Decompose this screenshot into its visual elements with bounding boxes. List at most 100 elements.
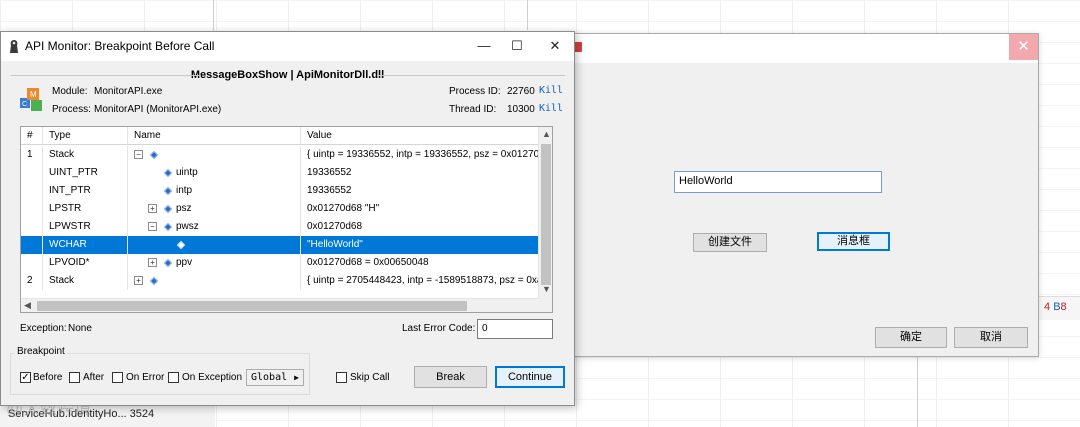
grid-header: # Type Name Value <box>21 127 540 145</box>
row-name: ppv <box>176 257 193 268</box>
row-value: { uintp = 2705448423, intp = -1589518873… <box>300 272 540 290</box>
parameter-icon <box>163 258 173 268</box>
breakpoint-dialog: API Monitor: Breakpoint Before Call — ☐ … <box>0 31 575 406</box>
row-name-cell: + <box>127 272 300 290</box>
row-value: 0x01270d68 = 0x00650048 <box>300 254 540 272</box>
ok-button[interactable]: 确定 <box>875 327 947 348</box>
table-row[interactable]: UINT_PTR uintp 19336552 <box>21 164 540 182</box>
scroll-down-icon[interactable]: ▼ <box>542 284 551 294</box>
scroll-up-icon[interactable]: ▲ <box>542 129 551 139</box>
table-row[interactable]: 2 Stack + { uintp = 2705448423, intp = -… <box>21 272 540 290</box>
row-name-cell: uintp <box>127 164 300 182</box>
table-row[interactable]: LPWSTR − pwsz 0x01270d68 <box>21 218 540 236</box>
dialog-title: API Monitor: Breakpoint Before Call <box>25 39 215 53</box>
break-button[interactable]: Break <box>414 366 487 388</box>
row-number <box>21 254 42 272</box>
on-error-checkbox[interactable] <box>112 372 123 383</box>
skip-call-checkbox[interactable] <box>336 372 347 383</box>
row-type: Stack <box>42 272 127 290</box>
row-type: INT_PTR <box>42 182 127 200</box>
svg-text:C: C <box>22 101 27 108</box>
continue-button[interactable]: Continue <box>495 366 565 388</box>
kill-thread-link[interactable]: Kill <box>539 103 563 114</box>
before-checkbox[interactable]: ✓ <box>20 372 31 383</box>
row-number <box>21 164 42 182</box>
last-error-input[interactable]: 0 <box>477 319 553 339</box>
row-number <box>21 236 42 254</box>
taskbar-item[interactable]: ServiceHub.IdentityHo... 3524 <box>0 403 215 427</box>
column-header-name[interactable]: Name <box>127 127 300 144</box>
parameter-icon <box>149 276 159 286</box>
after-checkbox[interactable] <box>69 372 80 383</box>
create-file-button[interactable]: 创建文件 <box>693 233 767 252</box>
table-row[interactable]: 1 Stack − { uintp = 19336552, intp = 193… <box>21 146 540 164</box>
minimize-icon[interactable]: — <box>471 36 497 56</box>
row-name-cell <box>127 236 300 254</box>
parameter-icon <box>163 168 173 178</box>
module-label: Module: <box>52 86 88 97</box>
app-dialog-titlebar[interactable]: ✕ <box>561 34 1038 63</box>
kill-process-link[interactable]: Kill <box>539 85 563 96</box>
on-exception-checkbox[interactable] <box>168 372 179 383</box>
row-number: 2 <box>27 275 33 286</box>
vertical-scrollbar[interactable]: ▲ ▼ <box>538 127 552 312</box>
collapse-icon[interactable]: − <box>134 150 143 159</box>
app-dialog: ✕ HelloWorld 创建文件 消息框 确定 取消 <box>560 33 1039 357</box>
close-icon[interactable]: ✕ <box>1009 34 1038 60</box>
expand-icon[interactable]: + <box>148 204 157 213</box>
table-row[interactable]: INT_PTR intp 19336552 <box>21 182 540 200</box>
row-name: intp <box>176 185 193 196</box>
row-type: WCHAR <box>42 236 127 254</box>
message-box-button[interactable]: 消息框 <box>817 232 890 251</box>
maximize-icon[interactable]: ☐ <box>504 36 530 56</box>
scroll-left-icon[interactable]: ◀ <box>24 300 31 311</box>
row-type: LPSTR <box>42 200 127 218</box>
row-name-cell: − <box>127 146 300 164</box>
row-name: pwsz <box>176 221 199 232</box>
scroll-thumb[interactable] <box>541 144 551 285</box>
row-type: UINT_PTR <box>42 164 127 182</box>
expand-icon[interactable]: + <box>148 258 157 267</box>
row-value: 0x01270d68 "H" <box>300 200 540 218</box>
row-name: psz <box>176 203 192 214</box>
row-name: uintp <box>176 167 198 178</box>
thread-id-value: 10300 <box>507 104 535 115</box>
column-header-value[interactable]: Value <box>300 127 540 144</box>
column-header-type[interactable]: Type <box>42 127 127 144</box>
scroll-thumb[interactable] <box>37 301 467 311</box>
svg-text:M: M <box>30 90 37 99</box>
table-row[interactable]: LPSTR + psz 0x01270d68 "H" <box>21 200 540 218</box>
on-exception-label: On Exception <box>182 372 243 383</box>
process-value: MonitorAPI (MonitorAPI.exe) <box>94 104 222 115</box>
parameter-icon <box>176 240 186 250</box>
horizontal-scrollbar[interactable]: ◀ <box>21 298 540 312</box>
row-value: "HelloWorld" <box>300 236 540 254</box>
global-dropdown[interactable]: Global ▶ <box>246 369 304 386</box>
row-name-cell: + psz <box>127 200 300 218</box>
row-number <box>21 218 42 236</box>
global-label: Global <box>251 372 288 383</box>
row-type: Stack <box>42 146 127 164</box>
process-label: Process: <box>52 104 91 115</box>
column-header-number[interactable]: # <box>21 127 42 144</box>
exception-label: Exception: <box>20 323 67 334</box>
close-icon[interactable]: ✕ <box>542 36 568 56</box>
separator <box>11 75 201 76</box>
module-value: MonitorAPI.exe <box>94 86 163 97</box>
table-row-selected[interactable]: WCHAR "HelloWorld" <box>21 236 540 254</box>
cancel-button[interactable]: 取消 <box>954 327 1028 348</box>
text-input[interactable]: HelloWorld <box>674 171 882 193</box>
after-label: After <box>83 372 105 383</box>
table-row[interactable]: LPVOID* + ppv 0x01270d68 = 0x00650048 <box>21 254 540 272</box>
expand-icon[interactable]: + <box>134 276 143 285</box>
collapse-icon[interactable]: − <box>148 222 157 231</box>
on-error-label: On Error <box>126 372 165 383</box>
parameter-grid[interactable]: # Type Name Value 1 Stack − { uintp = 19… <box>20 126 553 313</box>
parameter-icon <box>163 204 173 214</box>
breakpoint-dialog-titlebar[interactable]: API Monitor: Breakpoint Before Call — ☐ … <box>1 32 574 61</box>
last-error-label: Last Error Code: <box>402 323 476 334</box>
exception-value: None <box>68 323 92 334</box>
background-divider <box>917 357 918 427</box>
parameter-icon <box>163 186 173 196</box>
parameter-icon <box>149 150 159 160</box>
